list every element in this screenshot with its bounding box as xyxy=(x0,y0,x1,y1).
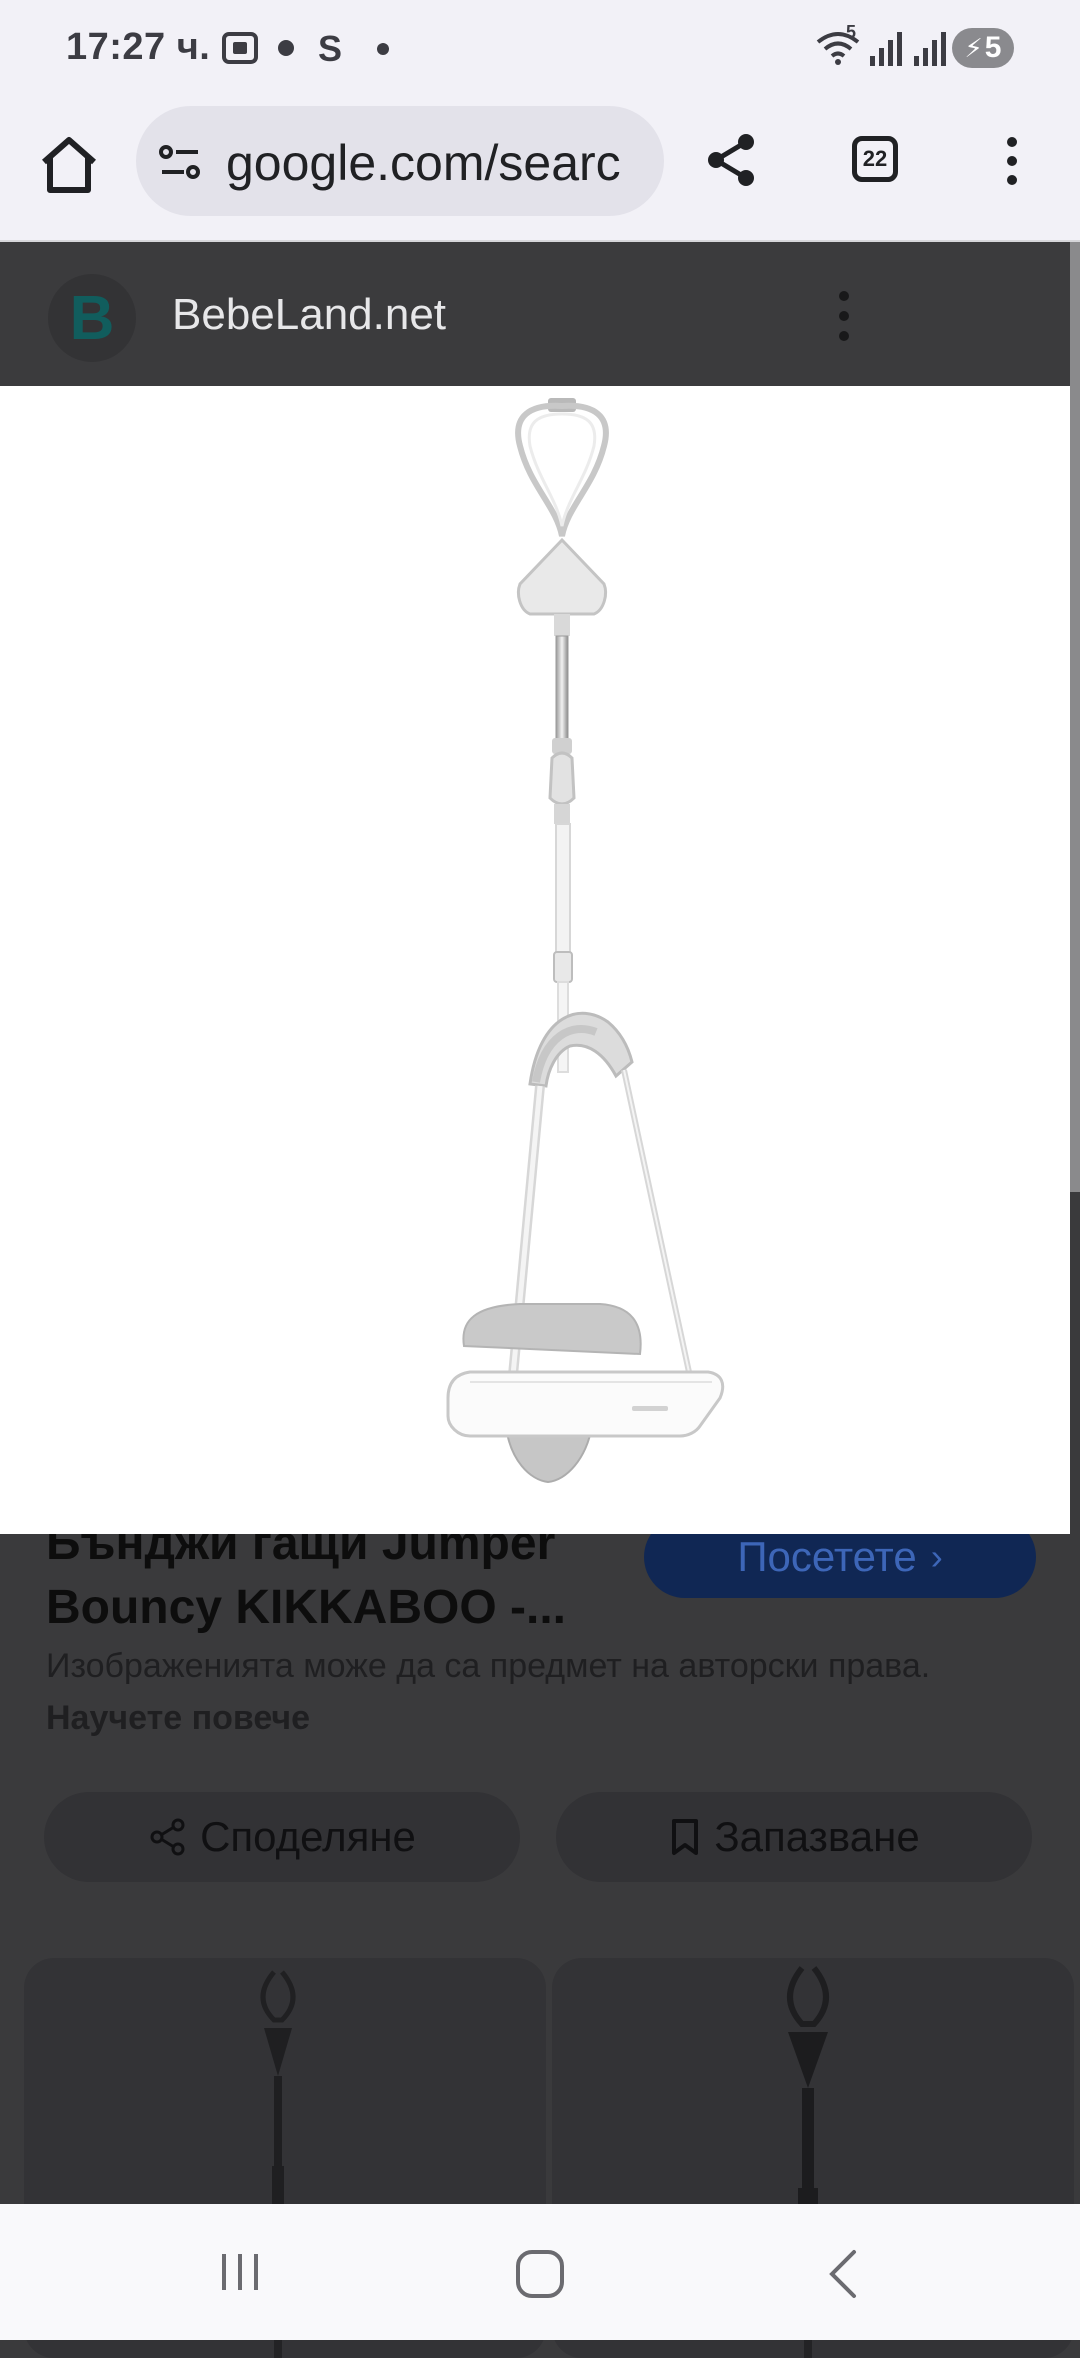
copyright-text: Изображенията може да са предмет на авто… xyxy=(46,1647,931,1685)
tab-count: 22 xyxy=(862,146,888,171)
battery-level: 5 xyxy=(984,31,1002,64)
result-title-line2: Bouncy KIKKABOO -... xyxy=(46,1581,567,1634)
notification-dot-icon xyxy=(377,43,389,55)
image-preview[interactable] xyxy=(0,386,1070,1534)
site-settings-icon[interactable] xyxy=(158,142,202,182)
url-text: google.com/searc xyxy=(226,135,621,191)
copyright-notice: Изображенията може да са предмет на авто… xyxy=(46,1640,1046,1744)
system-nav-bar xyxy=(0,2204,1080,2340)
status-bar: 17:27 ч. S 5 ⚡ 5 xyxy=(0,0,1080,100)
battery-icon: ⚡ 5 xyxy=(952,28,1014,68)
address-bar[interactable]: google.com/searc xyxy=(136,106,664,216)
source-logo-letter: B xyxy=(69,283,115,353)
share-label: Споделяне xyxy=(200,1813,416,1860)
signal-icon-2 xyxy=(914,32,946,66)
back-icon[interactable] xyxy=(820,2248,864,2300)
browser-toolbar: google.com/searc 22 xyxy=(0,100,1080,242)
screenshot-icon xyxy=(222,32,258,64)
share-button[interactable]: Споделяне xyxy=(44,1792,520,1882)
visit-label: Посетете xyxy=(737,1533,917,1580)
share-icon xyxy=(150,1818,185,1856)
notification-dot-icon xyxy=(278,40,294,56)
status-time: 17:27 ч. xyxy=(66,26,211,68)
share-icon[interactable] xyxy=(702,130,762,190)
image-source-header: B BebeLand.net xyxy=(0,242,1080,386)
product-image xyxy=(446,398,725,1484)
more-vert-icon[interactable] xyxy=(1000,136,1024,186)
tab-switcher-button[interactable]: 22 xyxy=(852,136,898,182)
source-name[interactable]: BebeLand.net xyxy=(172,290,446,340)
scrollbar[interactable] xyxy=(1070,242,1080,1192)
bookmark-icon xyxy=(672,1819,699,1855)
save-button[interactable]: Запазване xyxy=(556,1792,1032,1882)
learn-more-link[interactable]: Научете повече xyxy=(46,1699,310,1737)
home-nav-icon[interactable] xyxy=(514,2248,566,2300)
recents-icon[interactable] xyxy=(216,2248,264,2296)
more-vert-icon[interactable] xyxy=(832,290,856,342)
chevron-right-icon: › xyxy=(930,1536,943,1577)
carrier-icon: S xyxy=(318,28,343,69)
signal-icon xyxy=(870,32,902,66)
home-icon[interactable] xyxy=(36,132,102,198)
source-logo[interactable]: B xyxy=(48,274,136,362)
save-label: Запазване xyxy=(714,1813,920,1860)
wifi-band-label: 5 xyxy=(846,22,857,42)
